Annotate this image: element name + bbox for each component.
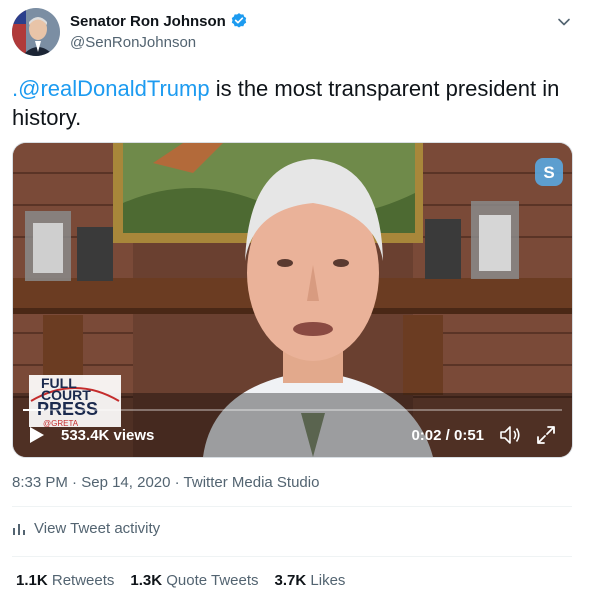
meta-separator: · (72, 474, 78, 491)
meta-separator: · (174, 474, 180, 491)
s-logo-icon: S (535, 158, 563, 186)
quote-tweets-stat[interactable]: 1.3K Quote Tweets (130, 572, 258, 589)
progress-bar[interactable] (23, 409, 562, 411)
svg-text:S: S (543, 163, 554, 182)
tweet-text: .@realDonaldTrump is the most transparen… (12, 74, 572, 132)
retweets-label: Retweets (51, 572, 115, 589)
play-icon[interactable] (27, 425, 47, 445)
progress-fill (23, 409, 45, 411)
tweet-source[interactable]: Twitter Media Studio (184, 474, 320, 491)
retweets-count: 1.1K (16, 572, 48, 589)
volume-muted-icon[interactable] (498, 423, 522, 447)
avatar[interactable] (12, 8, 60, 56)
tweet-date[interactable]: Sep 14, 2020 (81, 474, 170, 491)
tweet-stats: 1.1K Retweets 1.3K Quote Tweets 3.7K Lik… (16, 572, 345, 589)
divider (12, 556, 572, 557)
activity-label[interactable]: View Tweet activity (34, 520, 160, 537)
view-count: 533.4K views (61, 427, 155, 444)
quote-tweets-label: Quote Tweets (166, 572, 259, 589)
tweet-meta: 8:33 PM · Sep 14, 2020 · Twitter Media S… (12, 474, 319, 491)
likes-label: Likes (310, 572, 346, 589)
likes-count: 3.7K (274, 572, 307, 589)
retweets-stat[interactable]: 1.1K Retweets (16, 572, 114, 589)
view-tweet-activity[interactable]: View Tweet activity (12, 520, 160, 537)
quote-tweets-count: 1.3K (130, 572, 163, 589)
time-display: 0:02 / 0:51 (411, 427, 484, 444)
video-player[interactable]: S FULL COURT PRESS @GRETA 533.4K views 0… (12, 142, 573, 458)
chevron-down-icon[interactable] (556, 14, 572, 30)
tweet: Senator Ron Johnson @SenRonJohnson .@rea… (0, 0, 592, 600)
divider (12, 506, 572, 507)
mention-link[interactable]: .@realDonaldTrump (12, 76, 210, 101)
display-name-text[interactable]: Senator Ron Johnson (70, 13, 226, 30)
verified-badge-icon (231, 13, 247, 28)
tweet-time[interactable]: 8:33 PM (12, 474, 68, 491)
handle[interactable]: @SenRonJohnson (70, 34, 196, 51)
fullscreen-icon[interactable] (534, 423, 558, 447)
likes-stat[interactable]: 3.7K Likes (275, 572, 346, 589)
analytics-icon (13, 523, 25, 535)
display-name[interactable]: Senator Ron Johnson (70, 12, 248, 30)
